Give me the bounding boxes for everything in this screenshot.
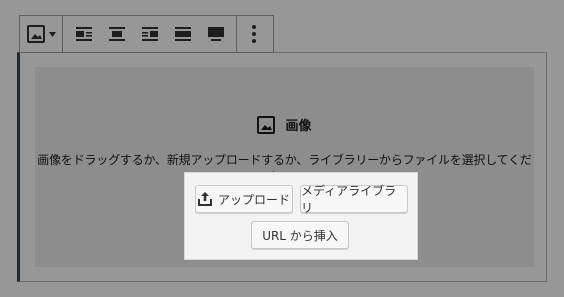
align-left-icon (75, 27, 92, 41)
block-toolbar (19, 15, 274, 53)
options-group (237, 16, 271, 52)
placeholder-title: 画像 (35, 115, 534, 134)
more-options-button[interactable] (237, 16, 271, 52)
insert-from-url-button[interactable]: URL から挿入 (251, 221, 349, 249)
align-right-icon (141, 27, 158, 41)
align-center-button[interactable] (100, 16, 133, 52)
insert-from-url-button-label: URL から挿入 (262, 228, 338, 243)
align-left-button[interactable] (67, 16, 100, 52)
alignment-group (63, 16, 237, 52)
align-right-button[interactable] (133, 16, 166, 52)
image-block-switcher-button[interactable] (20, 16, 62, 52)
upload-icon (197, 192, 212, 206)
image-block[interactable]: 画像 画像をドラッグするか、新規アップロードするか、ライブラリーからファイルを選… (17, 52, 547, 282)
image-placeholder: 画像 画像をドラッグするか、新規アップロードするか、ライブラリーからファイルを選… (35, 67, 534, 267)
upload-button-label: アップロード (217, 192, 290, 207)
placeholder-title-text: 画像 (285, 119, 312, 134)
media-library-button-label: メディアライブラリ (301, 184, 397, 215)
block-type-group (20, 16, 63, 52)
placeholder-button-panel: アップロード メディアライブラリ URL から挿入 (184, 172, 418, 260)
image-icon (26, 25, 45, 43)
caret-down-icon (48, 31, 56, 37)
align-wide-button[interactable] (166, 16, 199, 52)
align-full-icon (207, 27, 224, 41)
align-wide-icon (174, 27, 191, 41)
align-full-button[interactable] (199, 16, 232, 52)
image-icon (257, 115, 276, 134)
media-library-button[interactable]: メディアライブラリ (300, 184, 408, 215)
upload-button[interactable]: アップロード (195, 185, 293, 213)
vertical-ellipsis-icon (252, 25, 256, 43)
align-center-icon (108, 27, 125, 41)
